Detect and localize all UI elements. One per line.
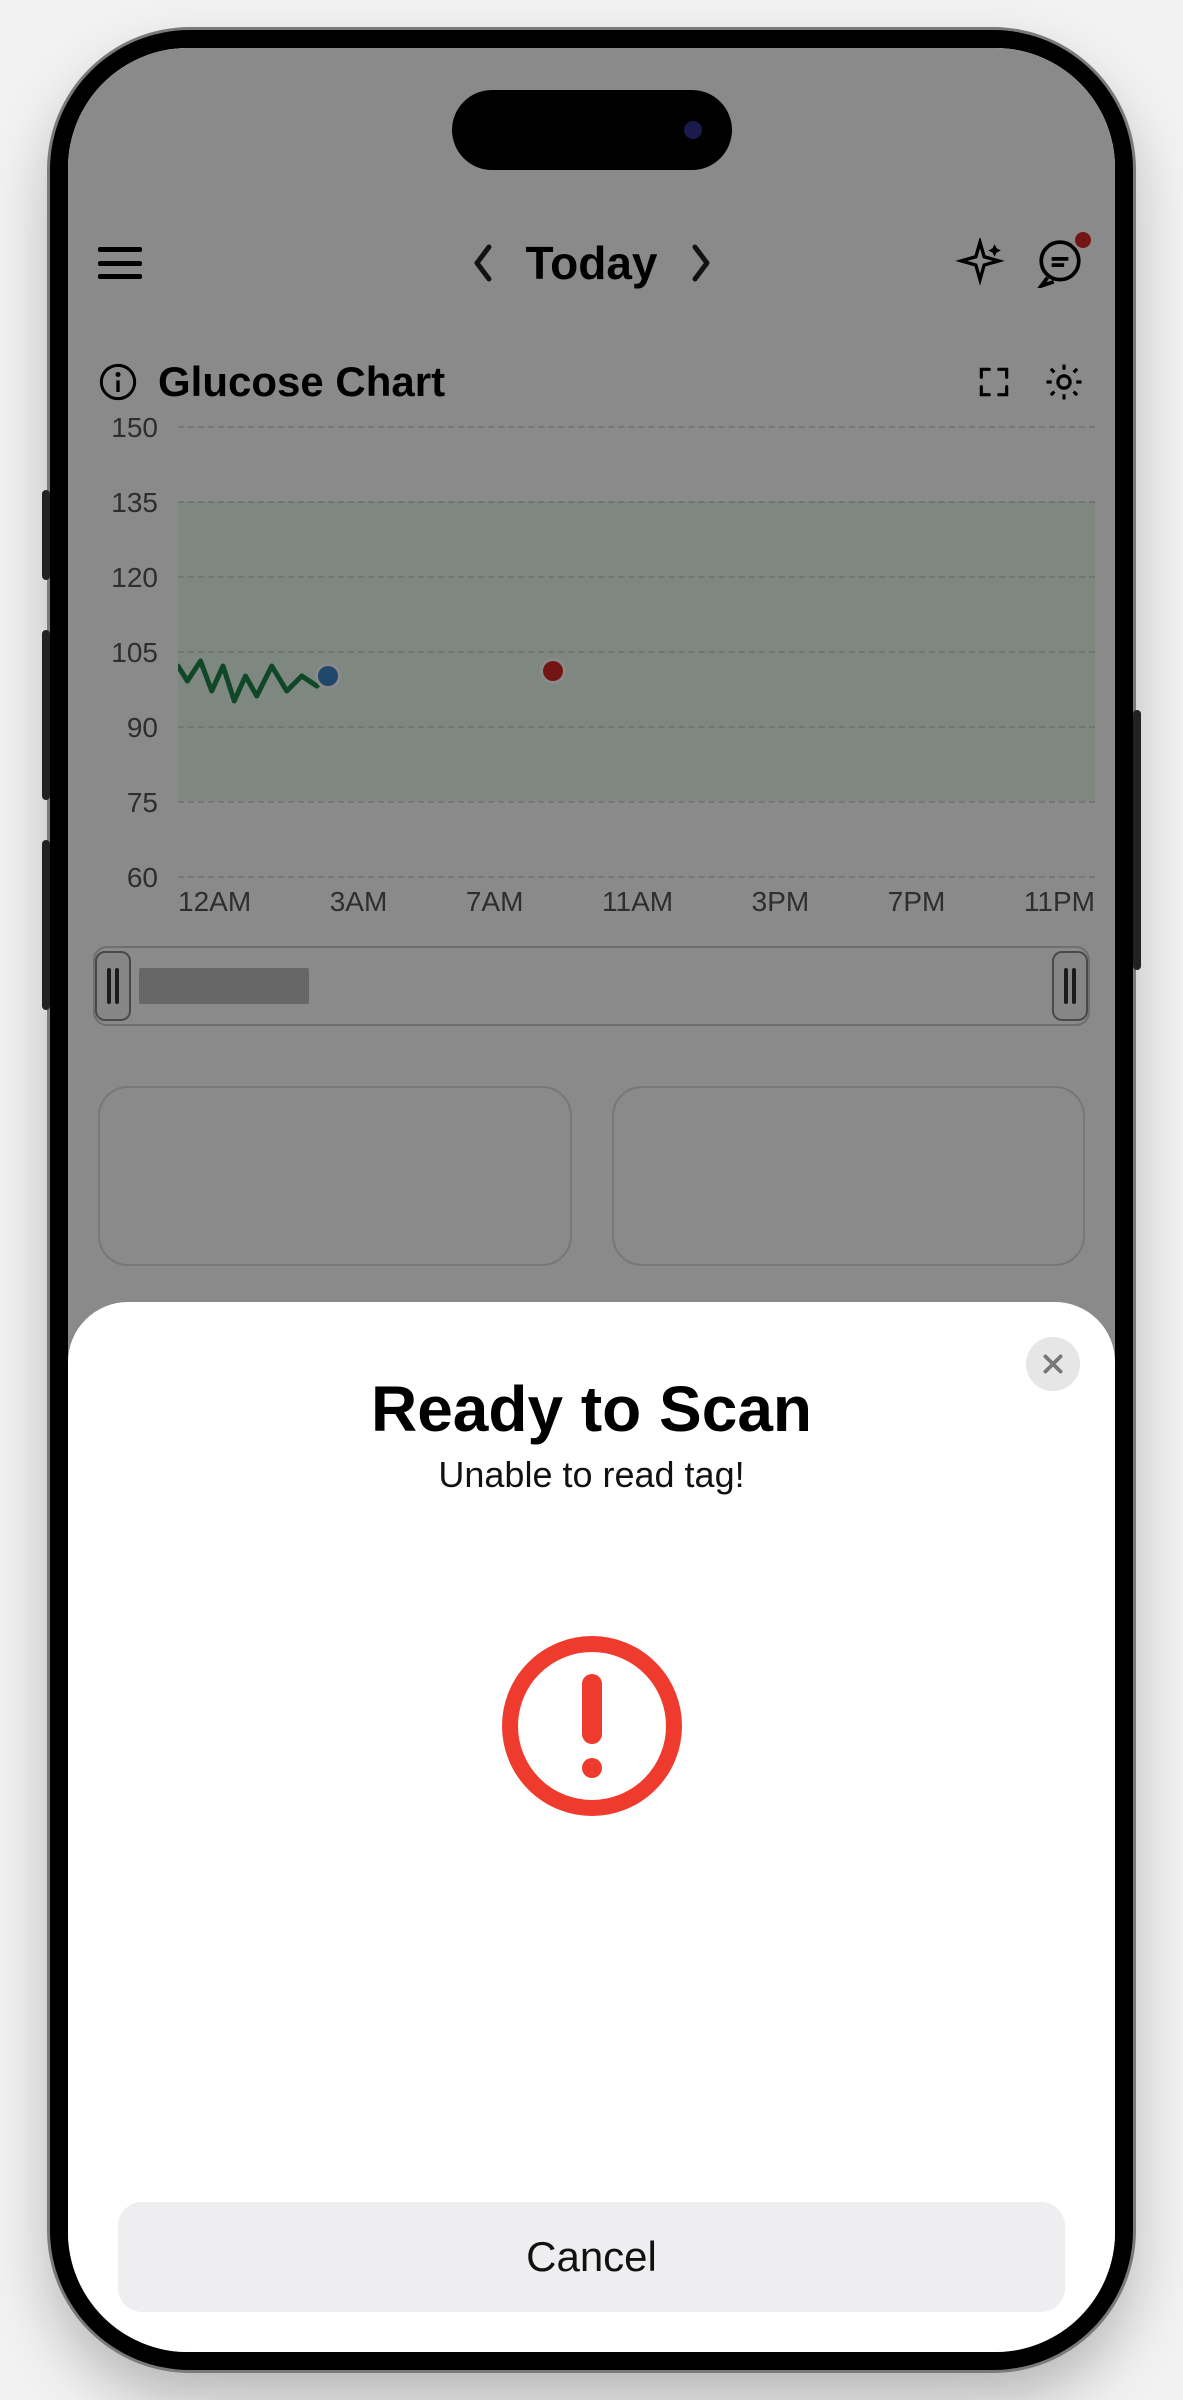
volume-down-button [42,840,50,1010]
power-button [1133,710,1141,970]
dynamic-island [452,90,732,170]
close-icon[interactable] [1026,1337,1080,1391]
screen: Today [68,48,1115,2352]
alert-icon [502,1636,682,1816]
nfc-scan-sheet: Ready to Scan Unable to read tag! Cancel [68,1302,1115,2352]
sheet-title: Ready to Scan [371,1372,812,1446]
side-button [42,490,50,580]
sheet-subtitle: Unable to read tag! [438,1454,744,1496]
volume-up-button [42,630,50,800]
phone-frame: Today [50,30,1133,2370]
cancel-button[interactable]: Cancel [118,2202,1065,2312]
